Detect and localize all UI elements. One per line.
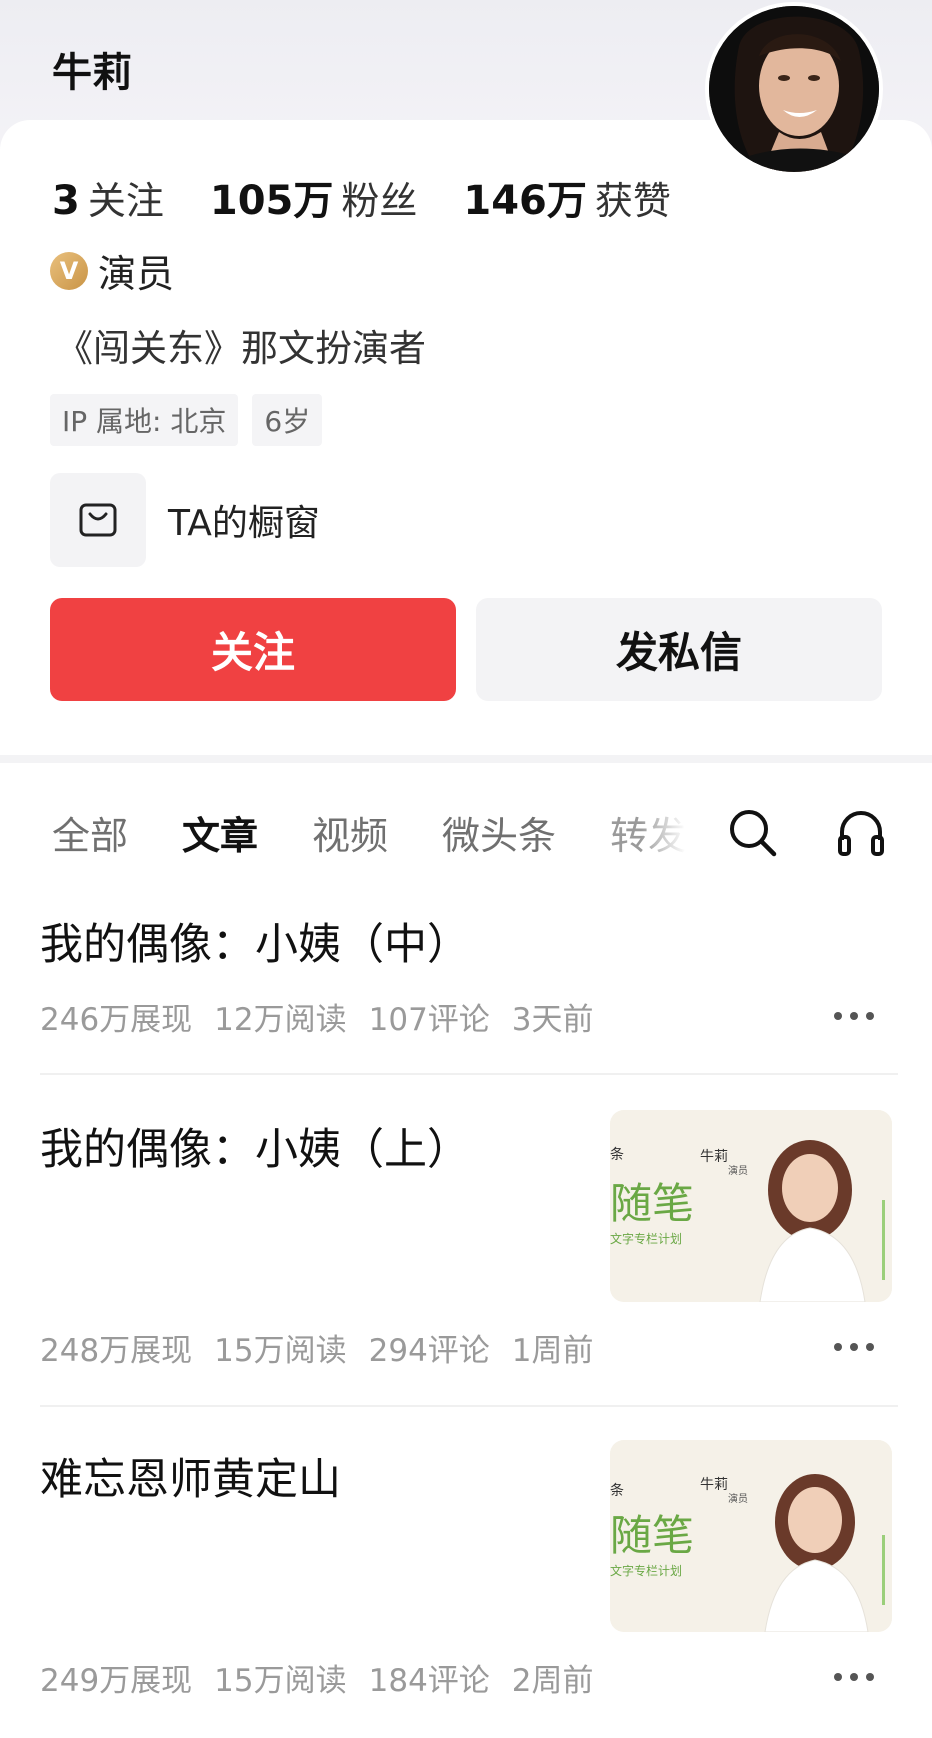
headphones-icon[interactable] <box>834 806 888 860</box>
article-views: 249万展现 <box>40 1663 193 1699</box>
more-options-icon[interactable] <box>834 1012 874 1022</box>
content-tabs: 全部 文章 视频 微头条 转发 <box>52 805 740 859</box>
ip-location-tag: IP 属地: 北京 <box>50 394 239 446</box>
shopping-bag-icon <box>50 473 146 567</box>
verification-text: 演员 <box>98 252 175 296</box>
stat-likes-count: 146万 <box>463 178 587 224</box>
thumb-headline: 随笔 <box>610 1179 695 1228</box>
tab-all[interactable]: 全部 <box>52 805 128 860</box>
article-comments: 107评论 <box>368 1002 490 1038</box>
shop-window-entry[interactable]: TA的橱窗 <box>50 473 320 567</box>
message-button[interactable]: 发私信 <box>476 598 882 701</box>
tab-micro-posts[interactable]: 微头条 <box>442 805 556 860</box>
profile-tags: IP 属地: 北京 6岁 <box>50 394 336 446</box>
thumb-brand: 条 <box>610 1483 624 1499</box>
stat-following[interactable]: 3 关注 <box>52 170 164 225</box>
list-divider <box>40 1405 898 1407</box>
stat-fans-label: 粉丝 <box>341 179 418 223</box>
verification: V 演员 <box>50 243 174 298</box>
tab-videos[interactable]: 视频 <box>312 805 388 860</box>
article-reads: 15万阅读 <box>214 1333 347 1369</box>
article-thumbnail: 条 随笔 文字专栏计划 牛莉 演员 <box>610 1110 892 1302</box>
article-views: 246万展现 <box>40 1002 193 1038</box>
more-options-icon[interactable] <box>834 1343 874 1353</box>
follow-button[interactable]: 关注 <box>50 598 456 701</box>
thumb-role: 演员 <box>728 1166 748 1177</box>
thumb-subtitle: 文字专栏计划 <box>610 1232 683 1246</box>
thumb-name: 牛莉 <box>700 1477 728 1493</box>
article-meta: 249万展现 15万阅读 184评论 2周前 <box>40 1655 616 1700</box>
shop-window-label: TA的橱窗 <box>168 503 320 544</box>
list-item[interactable]: 我的偶像：小姨（上） 条 随笔 文字专栏计划 牛莉 演员 248万展现 15万阅… <box>40 1110 898 1407</box>
thumb-role: 演员 <box>728 1494 748 1505</box>
section-divider <box>0 755 932 763</box>
list-item[interactable]: 难忘恩师黄定山 条 随笔 文字专栏计划 牛莉 演员 249万展现 15万阅读 1… <box>40 1440 892 1699</box>
article-title: 我的偶像：小姨（上） <box>40 1125 470 1175</box>
article-title: 难忘恩师黄定山 <box>40 1455 341 1505</box>
article-time: 1周前 <box>511 1333 594 1369</box>
stat-fans-count: 105万 <box>209 178 334 224</box>
profile-bio: 《闯关东》那文扮演者 <box>56 327 426 370</box>
tab-reposts[interactable]: 转发 <box>610 805 686 860</box>
article-comments: 184评论 <box>368 1663 490 1699</box>
thumb-brand: 条 <box>610 1147 624 1163</box>
article-reads: 12万阅读 <box>214 1002 347 1038</box>
article-time: 2周前 <box>511 1663 594 1699</box>
article-comments: 294评论 <box>368 1333 490 1369</box>
tab-articles[interactable]: 文章 <box>182 805 258 860</box>
thumb-headline: 随笔 <box>610 1511 695 1560</box>
thumb-name: 牛莉 <box>700 1149 728 1165</box>
article-views: 248万展现 <box>40 1333 193 1369</box>
article-meta: 246万展现 12万阅读 107评论 3天前 <box>40 994 616 1039</box>
avatar[interactable] <box>705 2 883 176</box>
search-icon[interactable] <box>726 806 780 860</box>
stat-fans[interactable]: 105万 粉丝 <box>210 168 418 226</box>
stat-likes[interactable]: 146万 获赞 <box>463 168 671 226</box>
article-meta: 248万展现 15万阅读 294评论 1周前 <box>40 1325 616 1370</box>
article-title: 我的偶像：小姨（中） <box>40 920 470 970</box>
list-item[interactable]: 我的偶像：小姨（中） 246万展现 12万阅读 107评论 3天前 <box>40 910 898 1075</box>
stat-following-label: 关注 <box>87 179 164 223</box>
profile-name: 牛莉 <box>52 50 132 96</box>
stat-likes-label: 获赞 <box>594 179 671 223</box>
thumb-subtitle: 文字专栏计划 <box>610 1564 683 1578</box>
profile-stats: 3 关注 105万 粉丝 146万 获赞 <box>52 168 717 226</box>
stat-following-count: 3 <box>52 178 80 224</box>
article-time: 3天前 <box>511 1002 594 1038</box>
article-reads: 15万阅读 <box>214 1663 347 1699</box>
list-divider <box>40 1073 898 1075</box>
article-thumbnail: 条 随笔 文字专栏计划 牛莉 演员 <box>610 1440 892 1632</box>
account-age-tag: 6岁 <box>252 394 323 446</box>
more-options-icon[interactable] <box>834 1673 874 1683</box>
verified-badge-icon: V <box>50 251 88 290</box>
